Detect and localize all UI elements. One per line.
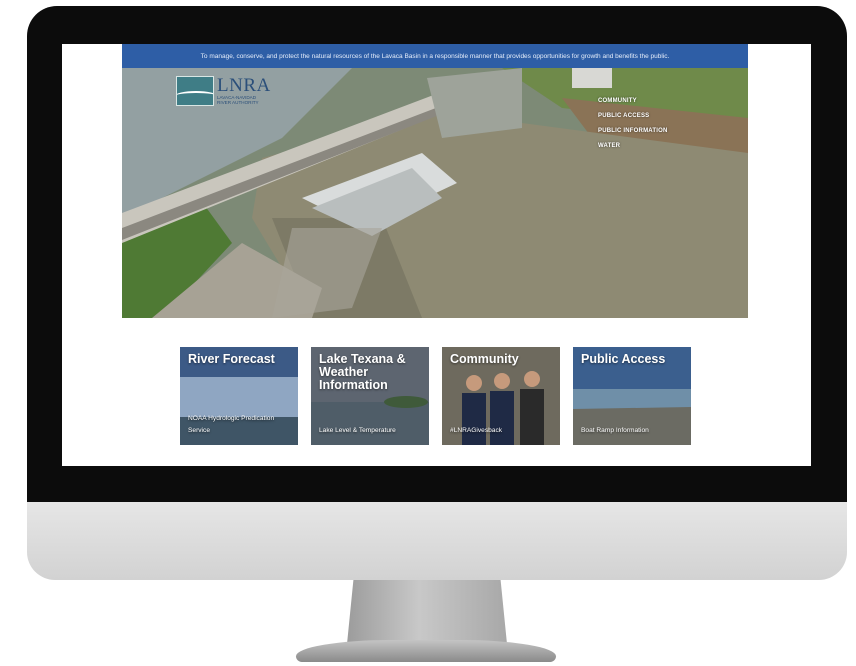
card-river-forecast[interactable]: River Forecast NOAA Hydrologic Predicati… [180,347,298,445]
card-lake-texana-subtitle: Lake Level & Temperature [319,427,396,434]
monitor-stand-base [296,640,556,662]
nav-public-information[interactable]: PUBLIC INFORMATION [598,128,667,134]
logo-acronym: LNRA [217,75,271,96]
card-river-forecast-title: River Forecast [188,352,275,366]
nav-community[interactable]: COMMUNITY [598,98,667,104]
logo-emblem [176,76,214,106]
main-nav: COMMUNITY PUBLIC ACCESS PUBLIC INFORMATI… [598,98,667,149]
card-community-title: Community [450,352,519,366]
feature-cards: River Forecast NOAA Hydrologic Predicati… [180,347,691,447]
monitor-chin [27,502,847,580]
card-public-access-title: Public Access [581,352,666,366]
monitor-screen: To manage, conserve, and protect the nat… [62,44,811,466]
card-lake-texana-title: Lake Texana & Weather Information [319,352,406,392]
logo-line2: RIVER AUTHORITY [217,100,259,105]
monitor-stand-neck [347,580,507,644]
lnra-logo[interactable]: LNRA LAVACA-NAVIDAD RIVER AUTHORITY [176,76,271,106]
website: To manage, conserve, and protect the nat… [122,44,748,466]
nav-water[interactable]: WATER [598,143,667,149]
card-lake-texana[interactable]: Lake Texana & Weather Information Lake L… [311,347,429,445]
mission-statement: To manage, conserve, and protect the nat… [200,52,670,60]
card-community-subtitle: #LNRAGivesback [450,427,503,434]
hero-dam-photo: LNRA LAVACA-NAVIDAD RIVER AUTHORITY COMM… [122,68,748,318]
nav-public-access[interactable]: PUBLIC ACCESS [598,113,667,119]
card-river-forecast-subtitle: NOAA Hydrologic Predication Service [188,415,275,434]
card-community[interactable]: Community #LNRAGivesback [442,347,560,445]
card-public-access-subtitle: Boat Ramp Information [581,427,649,434]
card-public-access[interactable]: Public Access Boat Ramp Information [573,347,691,445]
logo-wave-icon [177,91,213,101]
mission-banner: To manage, conserve, and protect the nat… [122,44,748,68]
